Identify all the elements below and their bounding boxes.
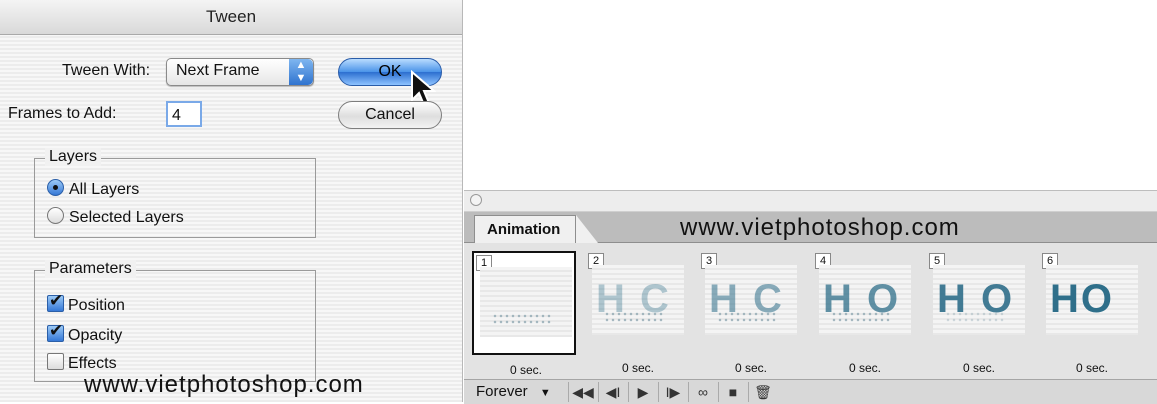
- frame-delay[interactable]: 0 sec.: [699, 361, 803, 375]
- molecule-dots: [945, 311, 1005, 323]
- trash-icon[interactable]: 🗑: [748, 382, 777, 402]
- frame-6[interactable]: 6 HO 0 sec.: [1040, 251, 1144, 375]
- frame-4[interactable]: 4 H O 0 sec.: [813, 251, 917, 375]
- animation-palette: Animation www.vietphotoshop.com 1 0 sec.…: [464, 190, 1157, 404]
- frame-content: HO: [1050, 277, 1114, 321]
- radio-all-layers[interactable]: All Layers: [47, 179, 139, 199]
- frame-5[interactable]: 5 H O 0 sec.: [927, 251, 1031, 375]
- molecule-dots: [717, 311, 777, 323]
- radio-all-layers-label: All Layers: [69, 181, 140, 198]
- frame-2[interactable]: 2 H C 0 sec.: [586, 251, 690, 375]
- popup-arrows-icon: ▲ ▼: [289, 59, 313, 85]
- palette-tab-strip: Animation www.vietphotoshop.com: [464, 212, 1157, 243]
- frame-thumbnail: HO: [1046, 265, 1138, 335]
- checkbox-position-label: Position: [68, 297, 125, 314]
- animation-controls: Forever ▼ ◀◀ ◀I ▶ I▶ ∞ ■ 🗑: [464, 379, 1157, 404]
- frame-delay[interactable]: 0 sec.: [813, 361, 917, 375]
- close-icon[interactable]: [470, 194, 482, 206]
- loop-options-select[interactable]: Forever ▼: [476, 383, 551, 400]
- checkbox-checked-icon: [47, 321, 64, 342]
- previous-frame-icon[interactable]: ◀I: [598, 382, 627, 402]
- radio-selected-icon: [47, 179, 64, 196]
- watermark-text: www.vietphotoshop.com: [84, 371, 364, 398]
- frame-thumbnail: H C: [705, 265, 797, 335]
- palette-titlebar: [464, 191, 1157, 212]
- new-frame-icon[interactable]: ■: [718, 382, 747, 402]
- tab-animation[interactable]: Animation: [474, 215, 576, 243]
- frame-thumbnail: H O: [819, 265, 911, 335]
- frames-to-add-field[interactable]: 4: [166, 101, 202, 127]
- frame-delay[interactable]: 0 sec.: [927, 361, 1031, 375]
- tween-with-value: Next Frame: [176, 62, 260, 79]
- checkbox-checked-icon: [47, 291, 64, 312]
- tween-with-label: Tween With:: [62, 62, 151, 79]
- frame-1[interactable]: 1 0 sec.: [472, 251, 576, 377]
- checkbox-opacity-label: Opacity: [68, 327, 123, 344]
- play-icon[interactable]: ▶: [628, 382, 657, 402]
- frame-thumbnail: [480, 267, 572, 337]
- molecule-dots: [492, 313, 552, 325]
- loop-value: Forever: [476, 383, 528, 400]
- chevron-down-icon: ▼: [539, 387, 551, 399]
- checkbox-effects-label: Effects: [68, 355, 117, 372]
- frame-thumbnail: H C: [592, 265, 684, 335]
- molecule-dots: [831, 311, 891, 323]
- checkbox-opacity[interactable]: Opacity: [47, 321, 123, 345]
- tab-edge: [576, 215, 598, 243]
- checkbox-unchecked-icon: [47, 353, 64, 370]
- tween-dialog: Tween Tween With: Next Frame ▲ ▼ OK Frame…: [0, 0, 463, 402]
- tween-with-popup[interactable]: Next Frame ▲ ▼: [166, 58, 314, 86]
- layers-group-title: Layers: [45, 148, 102, 166]
- tween-icon[interactable]: ∞: [688, 382, 717, 402]
- frame-delay[interactable]: 0 sec.: [1040, 361, 1144, 375]
- dialog-title: Tween: [0, 0, 462, 35]
- radio-selected-layers[interactable]: Selected Layers: [47, 207, 184, 227]
- watermark-text: www.vietphotoshop.com: [680, 214, 960, 241]
- frame-delay[interactable]: 0 sec.: [586, 361, 690, 375]
- next-frame-icon[interactable]: I▶: [658, 382, 687, 402]
- parameters-group-title: Parameters: [45, 260, 136, 278]
- frames-strip: 1 0 sec. 2 H C 0 sec. 3 H C 0 sec. 4 H O…: [472, 251, 1152, 377]
- cancel-button[interactable]: Cancel: [338, 101, 442, 129]
- molecule-dots: [604, 311, 664, 323]
- first-frame-icon[interactable]: ◀◀: [568, 382, 597, 402]
- frame-thumbnail: H O: [933, 265, 1025, 335]
- layers-group: Layers All Layers Selected Layers: [34, 148, 316, 238]
- radio-selected-layers-label: Selected Layers: [69, 209, 184, 226]
- radio-unselected-icon: [47, 207, 64, 224]
- checkbox-position[interactable]: Position: [47, 291, 125, 315]
- frame-3[interactable]: 3 H C 0 sec.: [699, 251, 803, 375]
- parameters-group: Parameters Position Opacity Effects: [34, 260, 316, 382]
- checkbox-effects[interactable]: Effects: [47, 353, 117, 373]
- frames-to-add-label: Frames to Add:: [8, 105, 117, 122]
- frame-delay[interactable]: 0 sec.: [474, 363, 578, 377]
